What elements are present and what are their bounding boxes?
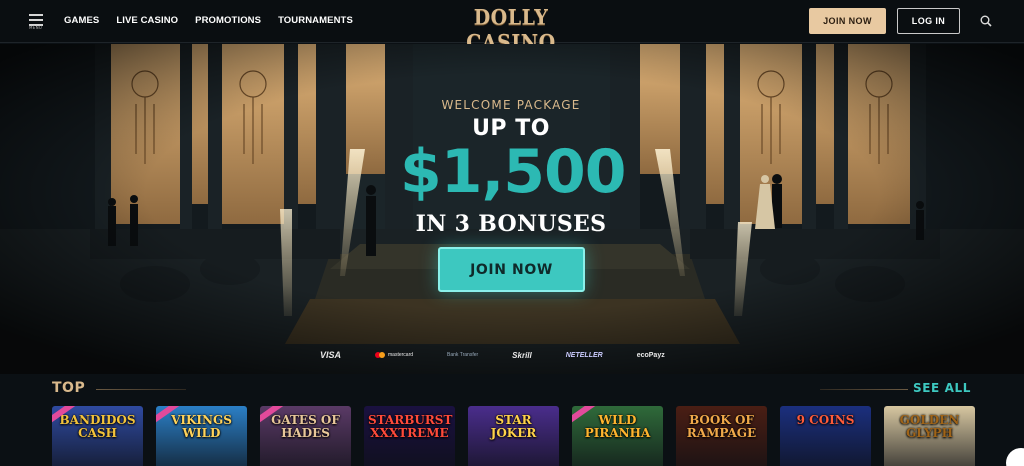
game-title: GOLDEN GLYPH [899,413,960,440]
login-button[interactable]: LOG IN [897,8,960,34]
divider-right [820,389,908,390]
top-games-header: TOP SEE ALL [0,376,1024,400]
game-tiles: BANDIDOS CASH VIKINGS WILD GATES OF HADES S… [52,406,975,466]
game-tile[interactable]: GOLDEN GLYPH [884,406,975,466]
bank-transfer-logo: Bank Transfer [447,352,479,358]
game-tile[interactable]: BOOK OF RAMPAGE [676,406,767,466]
nav-promotions[interactable]: PROMOTIONS [195,15,261,26]
hero-bonuses-text: IN 3 BONUSES [415,211,607,237]
carousel-next-button[interactable] [1006,448,1024,466]
game-tile[interactable]: 9 COINS [780,406,871,466]
mastercard-label: mastercard [388,352,414,358]
game-title: WILD PIRANHA [584,413,651,440]
game-title: VIKINGS WILD [171,413,232,440]
game-tile[interactable]: BANDIDOS CASH [52,406,143,466]
nav-tournaments[interactable]: TOURNAMENTS [278,15,353,26]
ballroom-illustration [0,44,1024,374]
skrill-logo: Skrill [512,350,532,360]
payment-methods: VISA mastercard Bank Transfer Skrill NET… [320,350,699,360]
menu-caption: MENU [29,25,43,30]
game-title: GATES OF HADES [271,413,340,440]
game-title: STARBURST XXXTREME [368,413,453,440]
menu-icon[interactable]: MENU [29,14,43,30]
main-nav: GAMES LIVE CASINO PROMOTIONS TOURNAMENTS [64,15,353,26]
divider-left [96,389,186,390]
hero-join-button[interactable]: JOIN NOW [438,247,585,292]
game-title: BANDIDOS CASH [59,413,136,440]
header-join-button[interactable]: JOIN NOW [809,8,886,34]
hero-bonus-amount: $1,500 [400,137,627,207]
game-tile[interactable]: VIKINGS WILD [156,406,247,466]
search-icon[interactable] [980,15,992,27]
neteller-logo: NETELLER [565,351,603,359]
visa-logo: VISA [320,350,342,360]
see-all-link[interactable]: SEE ALL [913,381,971,395]
ecopayz-logo: ecoPayz [636,351,665,359]
game-title: BOOK OF RAMPAGE [686,413,757,440]
nav-live-casino[interactable]: LIVE CASINO [116,15,178,26]
hero-banner: WELCOME PACKAGE UP TO $1,500 IN 3 BONUSE… [0,44,1024,374]
game-title: STAR JOKER [490,413,537,440]
top-header: MENU GAMES LIVE CASINO PROMOTIONS TOURNA… [0,0,1024,55]
game-tile[interactable]: GATES OF HADES [260,406,351,466]
hero-welcome-text: WELCOME PACKAGE [441,98,581,112]
nav-games[interactable]: GAMES [64,15,99,26]
game-tile[interactable]: WILD PIRANHA [572,406,663,466]
game-title: 9 COINS [796,413,855,427]
game-tile[interactable]: STARBURST XXXTREME [364,406,455,466]
mastercard-logo: mastercard [375,352,413,358]
game-tile[interactable]: STAR JOKER [468,406,559,466]
section-title: TOP [52,380,86,396]
